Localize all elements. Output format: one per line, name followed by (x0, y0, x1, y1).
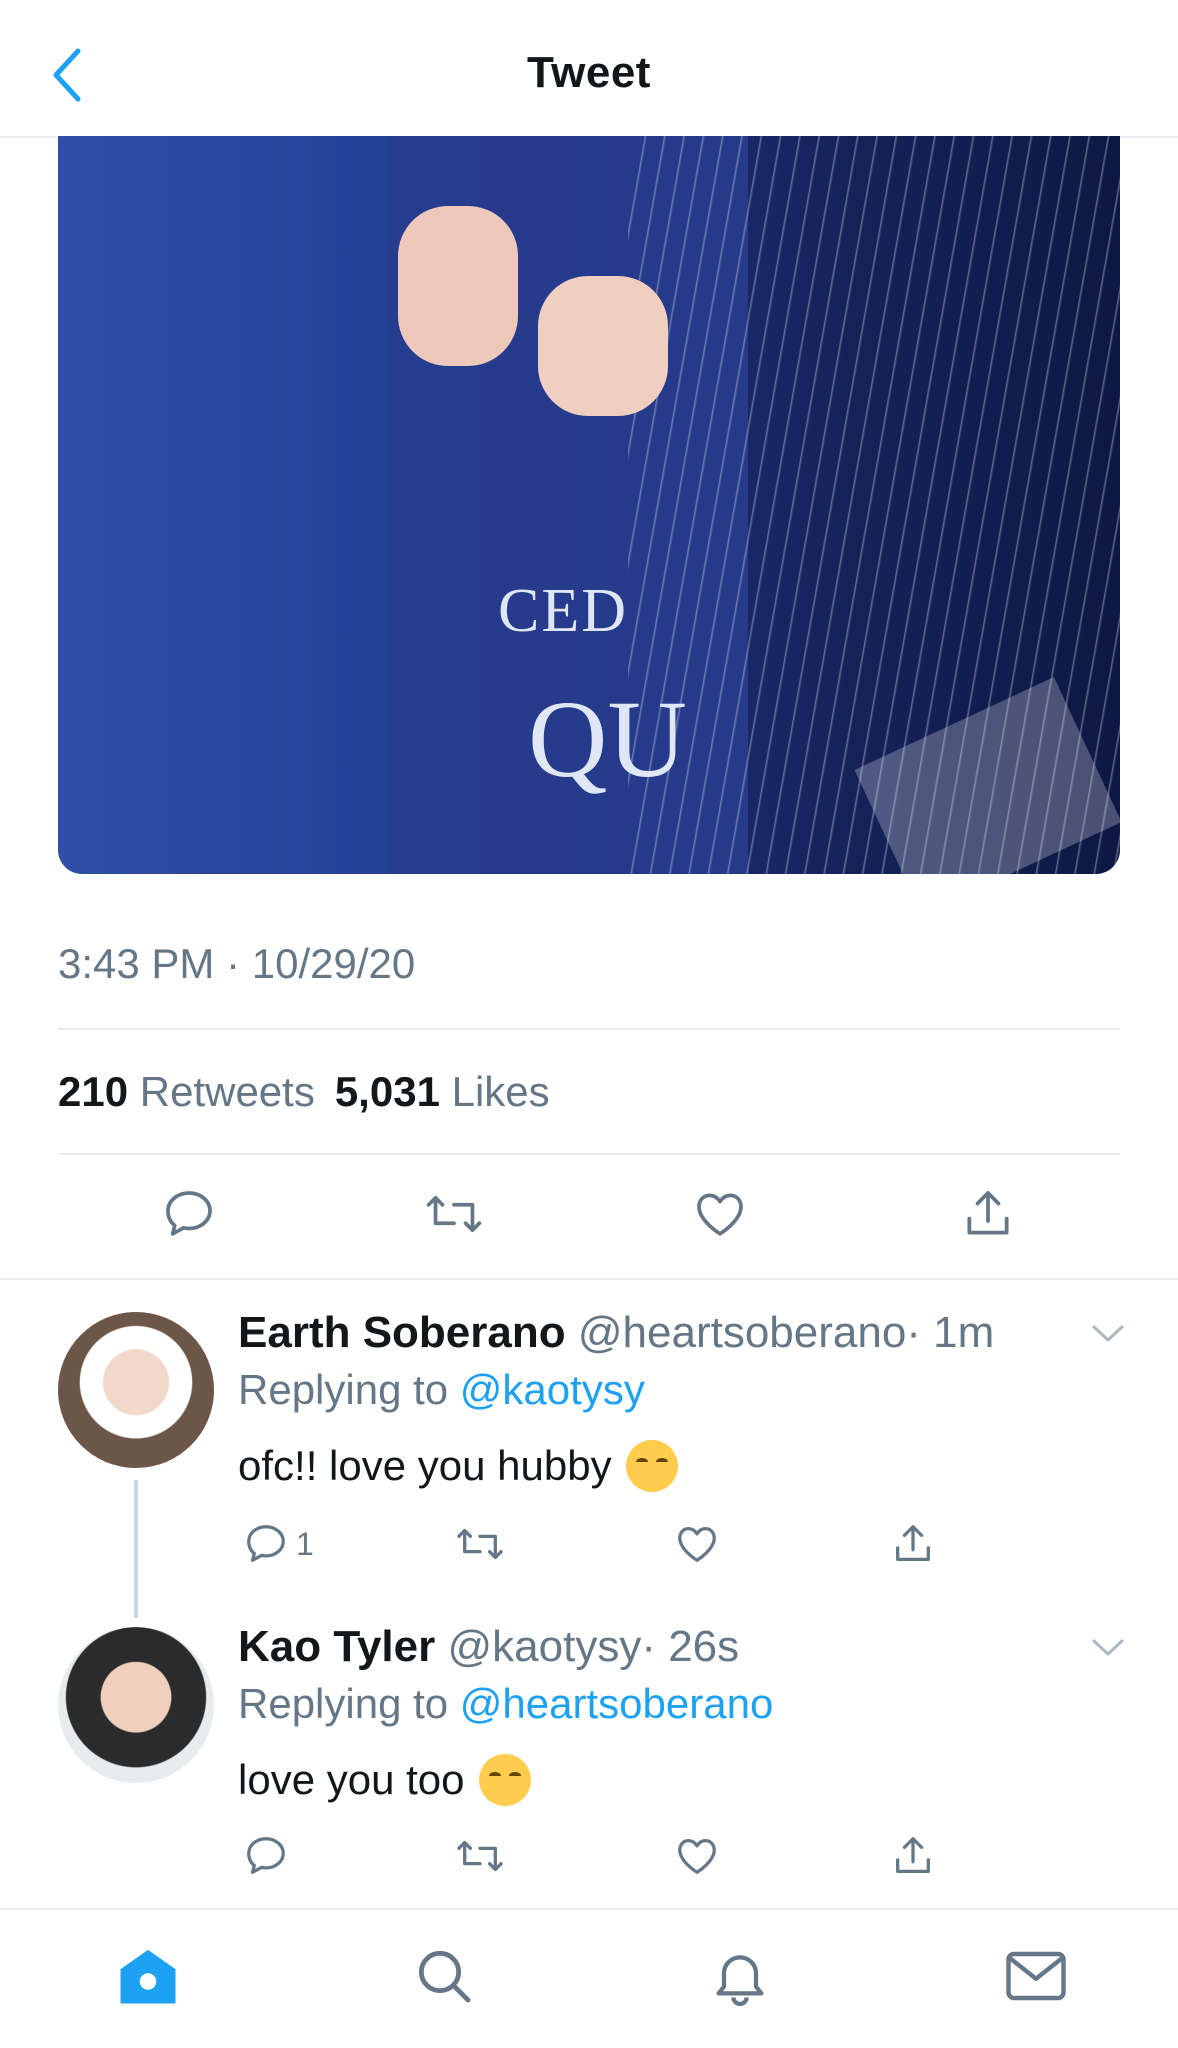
replying-prefix: Replying to (238, 1680, 449, 1727)
retweet-button[interactable] (448, 1824, 512, 1888)
retweets-link[interactable]: 210 Retweets (58, 1068, 315, 1115)
photo-text-upper: CED (498, 577, 628, 645)
tweet-photo[interactable]: CED QU (58, 136, 1120, 874)
chevron-down-icon (1092, 1325, 1124, 1342)
like-button[interactable] (665, 1512, 729, 1576)
likes-count: 5,031 (334, 1068, 440, 1115)
reply-button[interactable] (234, 1512, 298, 1576)
share-button[interactable] (881, 1824, 945, 1888)
divider (58, 1153, 1120, 1155)
reply-time: · 26s (641, 1622, 740, 1671)
reply-time: · 1m (906, 1308, 995, 1357)
bell-icon (716, 1955, 764, 2007)
replying-prefix: Replying to (238, 1366, 449, 1413)
reply-author: Earth Soberano @heartsoberano· 1m (238, 1308, 994, 1358)
tab-messages[interactable] (996, 1936, 1076, 2016)
tab-notifications[interactable] (700, 1936, 780, 2016)
share-icon (896, 1837, 930, 1873)
share-button[interactable] (956, 1182, 1020, 1246)
retweets-label: Retweets (139, 1068, 315, 1115)
display-name[interactable]: Earth Soberano (238, 1308, 566, 1357)
search-icon (418, 1950, 471, 2003)
share-icon (896, 1525, 930, 1561)
home-icon (120, 1949, 176, 2004)
replying-to: Replying to @kaotysy (238, 1366, 645, 1414)
retweet-icon (457, 1840, 503, 1872)
share-button[interactable] (881, 1512, 945, 1576)
tab-search[interactable] (404, 1936, 484, 2016)
avatar[interactable] (58, 1312, 214, 1468)
handle[interactable]: @kaotysy (447, 1622, 641, 1671)
retweet-icon (457, 1528, 503, 1560)
photo-hand-left (398, 206, 518, 366)
reply-author: Kao Tyler @kaotysy· 26s (238, 1622, 739, 1672)
likes-label: Likes (451, 1068, 550, 1115)
chevron-down-icon (1092, 1639, 1124, 1656)
retweet-button[interactable] (448, 1512, 512, 1576)
thread-line (134, 1480, 138, 1618)
divider (58, 1028, 1120, 1030)
likes-link[interactable]: 5,031 Likes (335, 1068, 550, 1115)
comment-icon (247, 1525, 285, 1562)
kissing-face-emoji (625, 1440, 678, 1492)
like-button[interactable] (665, 1824, 729, 1888)
photo-text-lower: QU (528, 678, 687, 800)
divider (0, 1278, 1178, 1280)
replying-to: Replying to @heartsoberano (238, 1680, 773, 1728)
avatar[interactable] (58, 1627, 214, 1783)
mail-icon (1006, 1951, 1066, 2001)
reply-count: 1 (296, 1526, 314, 1562)
heart-icon (697, 1193, 743, 1236)
tab-bar-divider (0, 1908, 1178, 1910)
reply-body: love you too (238, 1756, 465, 1803)
display-name[interactable]: Kao Tyler (238, 1622, 435, 1671)
more-options-button[interactable] (1088, 1314, 1128, 1354)
tab-home[interactable] (108, 1936, 188, 2016)
comment-icon (166, 1191, 212, 1236)
reply-body: ofc!! love you hubby (238, 1442, 612, 1489)
heart-icon (678, 1839, 716, 1874)
reply-button[interactable] (157, 1182, 221, 1246)
like-button[interactable] (688, 1182, 752, 1246)
retweet-button[interactable] (422, 1182, 486, 1246)
reply-text: love you too (238, 1754, 531, 1806)
heart-icon (678, 1527, 716, 1562)
retweets-count: 210 (58, 1068, 129, 1115)
tweet-stats: 210 Retweets 5,031 Likes (58, 1068, 550, 1116)
more-options-button[interactable] (1088, 1628, 1128, 1668)
handle[interactable]: @heartsoberano (578, 1308, 906, 1357)
page-title: Tweet (527, 48, 651, 97)
replying-to-link[interactable]: @kaotysy (460, 1366, 645, 1413)
tweet-timestamp: 3:43 PM · 10/29/20 (58, 940, 416, 987)
photo-hand-right (538, 276, 668, 416)
replying-to-link[interactable]: @heartsoberano (460, 1680, 774, 1727)
comment-icon (247, 1837, 285, 1874)
kissing-face-emoji (478, 1754, 531, 1806)
reply-text: ofc!! love you hubby (238, 1440, 678, 1492)
reply-button[interactable] (234, 1824, 298, 1888)
retweet-icon (426, 1196, 482, 1232)
share-icon (967, 1191, 1009, 1235)
